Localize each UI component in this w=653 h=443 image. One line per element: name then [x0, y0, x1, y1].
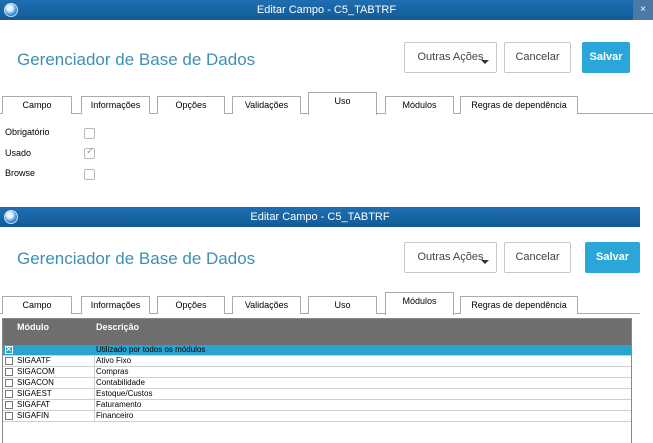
table-row[interactable]: SIGACON Contabilidade [3, 378, 631, 389]
tab-validacoes[interactable]: Validações [232, 296, 301, 314]
header: Gerenciador de Base de Dados Outras Açõe… [0, 20, 653, 96]
row-checkbox[interactable] [5, 344, 13, 354]
modules-grid: Módulo Descrição Utilizado por todos os … [2, 318, 632, 443]
tab-bar: Campo Informações Opções Validações Uso … [0, 292, 640, 315]
tab-informacoes[interactable]: Informações [81, 96, 150, 114]
edit-field-window-uso: Editar Campo - C5_TABTRF × Gerenciador d… [0, 0, 653, 198]
descricao-cell: Faturamento [96, 400, 142, 409]
table-row[interactable]: SIGACOM Compras [3, 367, 631, 378]
usado-checkbox[interactable] [84, 146, 95, 159]
row-checkbox[interactable] [5, 368, 13, 376]
uso-label-obrigatorio: Obrigatório [5, 127, 50, 137]
cell-divider [94, 367, 95, 378]
other-actions-label: Outras Ações [417, 51, 484, 63]
chevron-down-icon [481, 260, 489, 264]
other-actions-button[interactable]: Outras Ações [404, 42, 497, 73]
other-actions-label: Outras Ações [417, 251, 484, 263]
modulo-cell: SIGAATF [17, 356, 51, 365]
browse-checkbox[interactable] [84, 169, 95, 180]
app-title: Gerenciador de Base de Dados [17, 249, 256, 268]
tab-campo[interactable]: Campo [2, 296, 72, 314]
column-modulo[interactable]: Módulo [17, 322, 49, 332]
cell-divider [94, 400, 95, 411]
save-button[interactable]: Salvar [582, 42, 630, 73]
row-checkbox[interactable] [5, 379, 13, 387]
descricao-cell: Compras [96, 367, 129, 376]
cell-divider [94, 389, 95, 400]
cancel-button[interactable]: Cancelar [504, 42, 571, 73]
tab-validacoes[interactable]: Validações [232, 96, 301, 114]
row-checkbox[interactable] [5, 357, 13, 365]
tab-modulos[interactable]: Módulos [385, 96, 454, 114]
tab-informacoes[interactable]: Informações [81, 296, 150, 314]
cell-divider [94, 411, 95, 422]
tab-uso[interactable]: Uso [308, 92, 377, 115]
uso-label-browse: Browse [5, 168, 36, 178]
obrigatorio-checkbox[interactable] [84, 128, 95, 139]
tab-regras-dependencia[interactable]: Regras de dependência [460, 296, 578, 314]
other-actions-button[interactable]: Outras Ações [404, 242, 497, 273]
title-bar: Editar Campo - C5_TABTRF × [0, 0, 653, 20]
descricao-cell: Estoque/Custos [96, 389, 153, 398]
descricao-cell: Ativo Fixo [96, 356, 132, 365]
tab-campo[interactable]: Campo [2, 96, 72, 114]
tab-modulos[interactable]: Módulos [385, 292, 454, 315]
row-checkbox[interactable] [5, 390, 13, 398]
table-row[interactable]: SIGAEST Estoque/Custos [3, 389, 631, 400]
app-title: Gerenciador de Base de Dados [17, 50, 256, 69]
table-row[interactable]: SIGAATF Ativo Fixo [3, 356, 631, 367]
tab-bar: Campo Informações Opções Validações Uso … [0, 92, 653, 115]
descricao-cell: Financeiro [96, 411, 134, 420]
title-bar: Editar Campo - C5_TABTRF [0, 207, 640, 227]
chevron-down-icon [481, 60, 489, 64]
tab-opcoes[interactable]: Opções [157, 96, 225, 114]
modulo-cell: SIGAFIN [17, 411, 50, 420]
uso-label-usado: Usado [5, 148, 32, 158]
modulo-cell: SIGAFAT [17, 400, 51, 409]
close-icon[interactable]: × [633, 0, 653, 20]
tab-opcoes[interactable]: Opções [157, 296, 225, 314]
tab-regras-dependencia[interactable]: Regras de dependência [460, 96, 578, 114]
window-title: Editar Campo - C5_TABTRF [256, 4, 397, 16]
table-row[interactable]: Utilizado por todos os módulos [3, 344, 631, 356]
window-title: Editar Campo - C5_TABTRF [250, 211, 390, 223]
save-button[interactable]: Salvar [585, 242, 640, 273]
tab-uso[interactable]: Uso [308, 296, 377, 314]
modulo-cell: SIGACON [17, 378, 54, 387]
row-checkbox[interactable] [5, 412, 13, 420]
descricao-cell: Contabilidade [96, 378, 145, 387]
cell-divider [94, 356, 95, 367]
table-row[interactable]: SIGAFIN Financeiro [3, 411, 631, 422]
edit-field-window-modulos: Editar Campo - C5_TABTRF Gerenciador de … [0, 207, 640, 443]
modulo-cell: SIGAEST [17, 389, 52, 398]
cell-divider [94, 378, 95, 389]
column-descricao[interactable]: Descrição [96, 322, 139, 332]
modulo-cell: SIGACOM [17, 367, 55, 376]
grid-header: Módulo Descrição [3, 319, 631, 345]
table-row[interactable]: SIGAFAT Faturamento [3, 400, 631, 411]
descricao-cell: Utilizado por todos os módulos [96, 345, 206, 354]
row-checkbox[interactable] [5, 401, 13, 409]
cancel-button[interactable]: Cancelar [504, 242, 571, 273]
